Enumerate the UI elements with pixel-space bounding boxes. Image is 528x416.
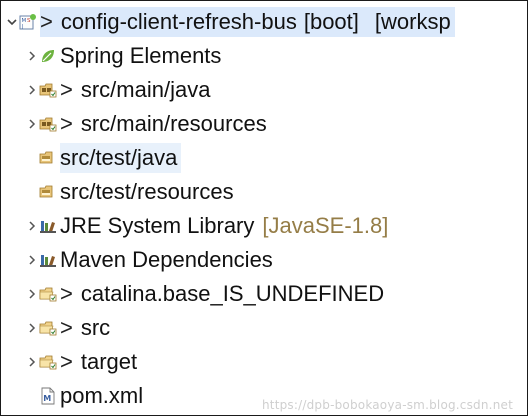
tree-item-label: > target [60,347,141,377]
chevron-right-icon[interactable] [25,107,39,141]
tree-item-label: src/test/resources [60,177,238,207]
tree-item-label: > src [60,313,114,343]
tree-item-label: src/test/java [60,143,182,173]
chevron-right-icon[interactable] [25,243,39,277]
item-text: JRE System Library [60,213,255,238]
tree-row-target[interactable]: > target [1,345,527,379]
item-text: src/main/resources [80,111,267,136]
tree-row-catalina-base[interactable]: > catalina.base_IS_UNDEFINED [1,277,527,311]
chevron-right-icon[interactable] [25,39,39,73]
tree-item-label: > catalina.base_IS_UNDEFINED [60,279,388,309]
folder-icon [39,285,57,303]
tree-item-label: JRE System Library [JavaSE-1.8] [60,211,392,241]
tree-item-label: Maven Dependencies [60,245,277,275]
source-folder-icon [39,183,57,201]
chevron-right-icon[interactable] [25,345,39,379]
spring-leaf-icon [39,47,57,65]
project-name: config-client-refresh-bus [60,9,297,34]
jre-version-decoration: [JavaSE-1.8] [262,213,389,238]
dirty-marker: > [40,9,53,34]
item-text: target [80,349,138,374]
chevron-right-icon[interactable] [25,277,39,311]
tree-row-src-test-resources[interactable]: src/test/resources [1,175,527,209]
tree-row-maven-dependencies[interactable]: Maven Dependencies [1,243,527,277]
item-text: src/test/java [60,145,178,170]
tree-row-src-test-java[interactable]: src/test/java [1,141,527,175]
tree-item-label: pom.xml [60,381,147,411]
tree-item-label: Spring Elements [60,41,225,71]
chevron-right-icon[interactable] [25,311,39,345]
tree-row-spring-elements[interactable]: Spring Elements [1,39,527,73]
library-icon [39,217,57,235]
item-text: Spring Elements [60,43,222,68]
source-folder-icon [39,115,57,133]
tree-item-label: > src/main/resources [60,109,271,139]
svg-text:J: J [21,24,23,30]
project-label[interactable]: > config-client-refresh-bus [boot] [work… [40,7,455,37]
chevron-right-icon[interactable] [25,73,39,107]
item-text: catalina.base_IS_UNDEFINED [80,281,385,306]
tree-row-project[interactable]: M S J > config-client-refresh-bus [boot]… [1,5,527,39]
source-folder-icon [39,149,57,167]
clipped-previous-row [1,1,527,4]
folder-icon [39,319,57,337]
item-text: src/main/java [80,77,211,102]
project-workspace-decoration: [worksp [374,9,451,34]
source-folder-icon [39,81,57,99]
tree-row-src-main-resources[interactable]: > src/main/resources [1,107,527,141]
svg-text:M: M [43,394,51,403]
svg-text:S: S [27,18,31,24]
chevron-right-icon[interactable] [25,209,39,243]
package-explorer: M S J > config-client-refresh-bus [boot]… [0,0,528,416]
dirty-marker: > [60,349,73,374]
dirty-marker: > [60,315,73,340]
chevron-down-icon[interactable] [5,5,19,39]
item-text: src [80,315,111,340]
tree-row-src[interactable]: > src [1,311,527,345]
dirty-marker: > [60,111,73,136]
item-text: Maven Dependencies [60,247,273,272]
folder-icon [39,353,57,371]
library-icon [39,251,57,269]
tree-row-src-main-java[interactable]: > src/main/java [1,73,527,107]
tree-row-jre-system-library[interactable]: JRE System Library [JavaSE-1.8] [1,209,527,243]
project-tree: M S J > config-client-refresh-bus [boot]… [1,5,527,413]
watermark: https://dpb-bobokaoya-sm.blog.csdn.net [262,398,513,412]
dirty-marker: > [60,281,73,306]
item-text: pom.xml [60,383,144,408]
maven-project-icon: M S J [19,13,37,31]
dirty-marker: > [60,77,73,102]
item-text: src/test/resources [60,179,234,204]
project-tag: [boot] [303,9,359,34]
xml-file-icon: M [39,387,57,405]
tree-item-label: > src/main/java [60,75,214,105]
